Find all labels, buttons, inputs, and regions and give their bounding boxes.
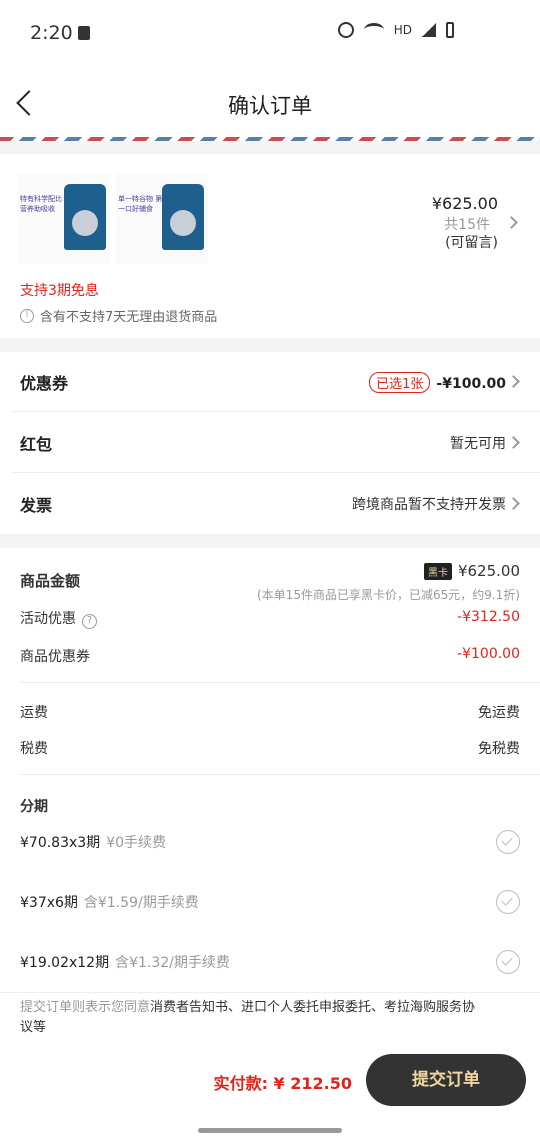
installment-radio[interactable] xyxy=(496,890,520,914)
installment-fee: 含¥1.32/期手续费 xyxy=(115,955,230,971)
airmail-stripe-divider xyxy=(0,137,540,141)
order-options: 优惠券 已选1张 -¥100.00 红包 暂无可用 发票 跨境商品暂不支持开发票 xyxy=(0,352,540,534)
installment-option-6[interactable]: ¥37x6期 含¥1.59/期手续费 xyxy=(20,892,199,912)
wifi-icon xyxy=(363,23,384,37)
installment-fee: 含¥1.59/期手续费 xyxy=(83,895,199,911)
coupon-amount: -¥100.00 xyxy=(436,376,506,392)
tax-value: 免税费 xyxy=(478,741,520,757)
goods-amount-value: ¥625.00 xyxy=(457,562,520,580)
installment-radio[interactable] xyxy=(496,950,520,974)
thumbnail-1-text: 特有科学配比 营养助吸收 xyxy=(20,195,62,213)
home-indicator[interactable] xyxy=(198,1128,342,1133)
thumbnail-2-text: 单一特谷物 第一口好辅食 xyxy=(118,195,163,213)
divider xyxy=(12,411,540,412)
product-thumbnail-2[interactable]: 单一特谷物 第一口好辅食 xyxy=(116,174,208,264)
coupon-selected-badge: 已选1张 xyxy=(369,372,431,393)
installment-promo: 支持3期免息 xyxy=(20,283,99,299)
invoice-label: 发票 xyxy=(20,496,53,515)
bottom-bar: 实付款: ¥ 212.50 提交订单 xyxy=(0,1042,540,1140)
submit-order-button[interactable]: 提交订单 xyxy=(366,1054,526,1106)
invoice-value: 跨境商品暂不支持开发票 xyxy=(352,497,506,513)
chevron-right-icon[interactable] xyxy=(507,497,520,510)
product-can-image xyxy=(64,184,106,250)
red-packet-row[interactable]: 红包 暂无可用 xyxy=(0,413,540,473)
info-icon: ! xyxy=(20,308,34,323)
page-title: 确认订单 xyxy=(228,94,312,118)
coupon-row[interactable]: 优惠券 已选1张 -¥100.00 xyxy=(0,352,540,412)
product-can-image xyxy=(162,184,204,250)
chevron-right-icon[interactable] xyxy=(507,375,520,388)
divider xyxy=(20,682,540,683)
red-packet-value: 暂无可用 xyxy=(450,436,506,452)
divider xyxy=(12,472,540,473)
return-policy-note: ! 含有不支持7天无理由退货商品 xyxy=(20,306,217,325)
checkbox-notification-icon xyxy=(78,26,90,40)
installment-fee: ¥0手续费 xyxy=(106,835,167,851)
product-thumbnail-1[interactable]: 特有科学配比 营养助吸收 xyxy=(18,174,110,264)
black-card-note: (本单15件商品已享黑卡价，已减65元，约9.1折) xyxy=(257,588,520,602)
activity-discount-label: 活动优惠? xyxy=(20,608,97,629)
installment-title: 分期 xyxy=(20,799,48,815)
shipping-label: 运费 xyxy=(20,705,48,721)
activity-discount-value: -¥312.50 xyxy=(457,609,520,625)
battery-icon xyxy=(446,22,454,38)
goods-amount-label: 商品金额 xyxy=(20,572,81,590)
goods-amount: 黑卡 ¥625.00 xyxy=(423,562,520,580)
coupon-value: 已选1张 -¥100.00 xyxy=(369,372,506,393)
top-navbar: 确认订单 xyxy=(0,68,540,138)
black-card-badge: 黑卡 xyxy=(423,563,452,580)
product-coupon-value: -¥100.00 xyxy=(457,646,520,662)
installment-radio[interactable] xyxy=(496,830,520,854)
leave-message-link[interactable]: (可留言) xyxy=(445,232,498,252)
chevron-right-icon[interactable] xyxy=(505,216,518,229)
red-packet-label: 红包 xyxy=(20,435,53,454)
status-icons: HD xyxy=(337,22,454,38)
coupon-label: 优惠券 xyxy=(20,374,69,393)
alarm-icon xyxy=(337,22,354,38)
installment-price: ¥19.02x12期 xyxy=(20,955,110,971)
activity-label-text: 活动优惠 xyxy=(20,611,76,627)
tax-label: 税费 xyxy=(20,741,48,757)
product-coupon-label: 商品优惠券 xyxy=(20,649,90,665)
clock: 2:20 xyxy=(30,22,73,44)
total-payment: 实付款: ¥ 212.50 xyxy=(213,1074,352,1093)
agreement-text: 提交订单则表示您同意消费者告知书、进口个人委托申报委托、考拉海购服务协议等 xyxy=(20,998,480,1038)
status-bar: 2:20 HD xyxy=(0,0,540,68)
installment-price: ¥70.83x3期 xyxy=(20,835,101,851)
network-label: HD xyxy=(393,23,412,37)
divider xyxy=(20,774,540,775)
invoice-row[interactable]: 发票 跨境商品暂不支持开发票 xyxy=(0,474,540,534)
question-icon[interactable]: ? xyxy=(82,614,97,629)
return-note-text: 含有不支持7天无理由退货商品 xyxy=(40,310,218,325)
price-summary: 商品金额 黑卡 ¥625.00 (本单15件商品已享黑卡价，已减65元，约9.1折… xyxy=(0,548,540,1042)
installment-price: ¥37x6期 xyxy=(20,895,78,911)
product-quantity: 共15件 xyxy=(444,217,490,233)
signal-icon xyxy=(422,23,436,37)
divider xyxy=(0,992,540,993)
agreement-prefix: 提交订单则表示您同意 xyxy=(20,1000,151,1015)
product-price: ¥625.00 xyxy=(431,194,498,213)
installment-option-12[interactable]: ¥19.02x12期 含¥1.32/期手续费 xyxy=(20,952,230,972)
installment-option-3[interactable]: ¥70.83x3期 ¥0手续费 xyxy=(20,832,166,852)
chevron-right-icon[interactable] xyxy=(507,436,520,449)
shipping-value: 免运费 xyxy=(478,705,520,721)
product-card[interactable]: 特有科学配比 营养助吸收 单一特谷物 第一口好辅食 ¥625.00 共15件 (… xyxy=(0,154,540,338)
